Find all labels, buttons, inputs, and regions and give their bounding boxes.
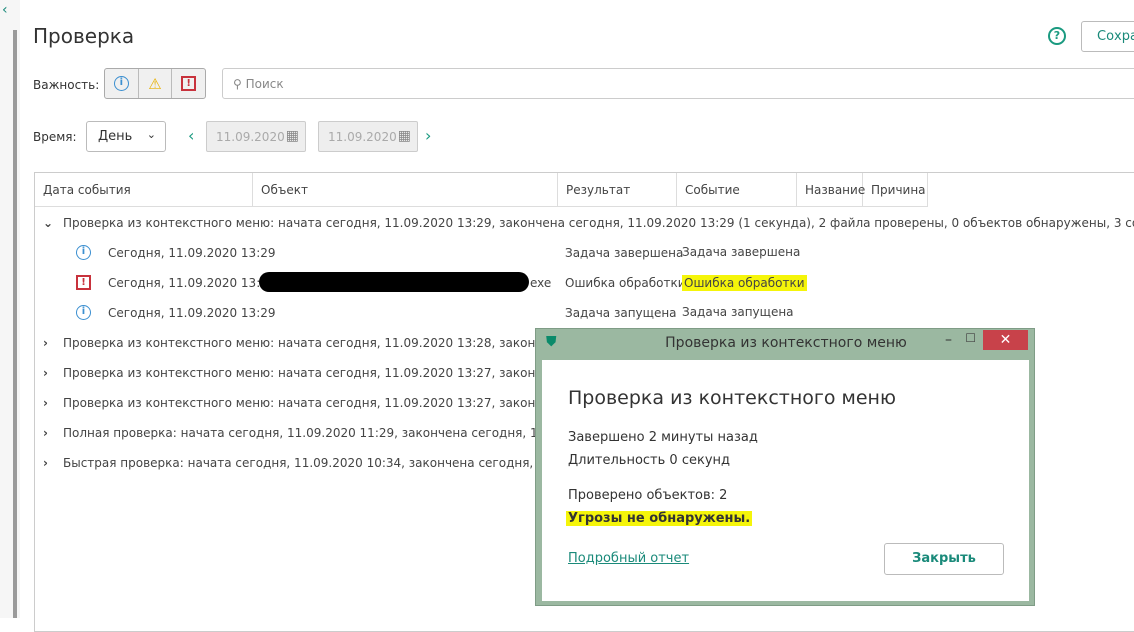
threats-status: Угрозы не обнаружены. — [566, 511, 753, 526]
minimize-button[interactable]: – — [945, 332, 952, 348]
checked-objects-text: Проверено объектов: 2 — [568, 488, 728, 503]
column-header[interactable]: Дата события — [35, 173, 253, 207]
chevron-down-icon[interactable]: ⌄ — [43, 216, 63, 230]
chevron-right-icon[interactable]: › — [43, 396, 63, 410]
calendar-icon[interactable]: ▦ — [286, 128, 299, 144]
error-filter-button[interactable]: ! — [172, 69, 205, 98]
chevron-left-icon[interactable]: ‹ — [2, 2, 8, 18]
page-title: Проверка — [33, 24, 135, 48]
error-icon: ! — [181, 76, 197, 91]
next-date-button[interactable]: › — [425, 126, 431, 145]
period-select[interactable]: День ⌄ — [86, 121, 166, 152]
column-header[interactable]: Результат — [558, 173, 677, 207]
scrollbar[interactable] — [13, 30, 17, 618]
search-input[interactable]: ⚲ Поиск — [222, 68, 1134, 99]
chevron-right-icon[interactable]: › — [43, 426, 63, 440]
date-from-input[interactable]: 11.09.2020 ▦ — [206, 121, 306, 152]
table-row[interactable]: i Сегодня, 11.09.2020 13:29 Задача запущ… — [35, 297, 1134, 327]
close-window-button[interactable]: ✕ — [983, 330, 1028, 350]
chevron-down-icon: ⌄ — [146, 128, 156, 141]
severity-label: Важность: — [33, 78, 100, 92]
chevron-right-icon[interactable]: › — [43, 456, 63, 470]
info-filter-button[interactable]: i — [105, 69, 139, 98]
dialog-body: Проверка из контекстного меню Завершено … — [542, 360, 1029, 601]
info-icon: i — [113, 76, 129, 91]
search-icon: ⚲ — [233, 77, 246, 91]
chevron-right-icon[interactable]: › — [43, 366, 63, 380]
dialog-window-title: Проверка из контекстного меню — [665, 335, 907, 351]
table-row[interactable]: i Сегодня, 11.09.2020 13:29 Задача завер… — [35, 237, 1134, 267]
maximize-button[interactable]: ☐ — [965, 331, 976, 345]
save-button[interactable]: Сохран — [1081, 21, 1134, 52]
time-label: Время: — [33, 130, 77, 144]
calendar-icon[interactable]: ▦ — [398, 128, 411, 144]
dialog-heading: Проверка из контекстного меню — [568, 387, 896, 409]
redacted-object — [259, 272, 529, 292]
warning-icon: ⚠ — [148, 74, 162, 93]
completed-text: Завершено 2 минуты назад — [568, 430, 758, 445]
group-row[interactable]: ⌄ Проверка из контекстного меню: начата с… — [35, 207, 1134, 237]
column-header[interactable]: Причина — [863, 173, 928, 207]
info-icon: i — [76, 305, 91, 320]
table-row[interactable]: ! Сегодня, 11.09.2020 13:29 exe Ошибка о… — [35, 267, 1134, 297]
detailed-report-link[interactable]: Подробный отчет — [568, 551, 689, 566]
date-to-input[interactable]: 11.09.2020 ▦ — [318, 121, 418, 152]
question-circle-icon[interactable]: ? — [1048, 27, 1066, 45]
column-header[interactable]: Название — [797, 173, 865, 207]
column-header[interactable]: Событие — [677, 173, 797, 207]
side-strip — [0, 0, 20, 618]
duration-text: Длительность 0 секунд — [568, 453, 731, 468]
prev-date-button[interactable]: ‹ — [188, 126, 194, 145]
error-icon: ! — [76, 275, 91, 290]
severity-filter: i ⚠ ! — [104, 68, 206, 99]
scan-result-dialog: ⛊ Проверка из контекстного меню – ☐ ✕ Пр… — [535, 328, 1035, 606]
column-header[interactable]: Объект — [253, 173, 558, 207]
info-icon: i — [76, 245, 91, 260]
warning-filter-button[interactable]: ⚠ — [139, 69, 173, 98]
close-button[interactable]: Закрыть — [884, 543, 1004, 575]
chevron-right-icon[interactable]: › — [43, 336, 63, 350]
